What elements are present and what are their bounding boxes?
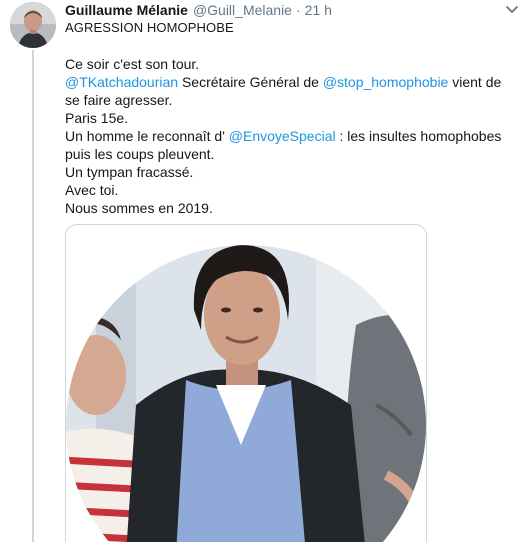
text-line-7: Nous sommes en 2019. — [65, 200, 213, 216]
tweet-subtitle: AGRESSION HOMOPHOBE — [65, 20, 234, 35]
text-line-4: Un homme le reconnaît d' @EnvoyeSpecial … — [65, 127, 515, 163]
avatar-image — [10, 2, 56, 48]
avatar[interactable] — [10, 2, 56, 48]
text-line-5: Un tympan fracassé. — [65, 164, 194, 180]
thread-line — [32, 50, 34, 542]
tweet-text: Ce soir c'est son tour. @TKatchadourian … — [65, 55, 515, 217]
tweet-header: Guillaume Mélanie @Guill_Melanie · 21 h — [65, 2, 332, 18]
author-name[interactable]: Guillaume Mélanie — [65, 2, 188, 18]
chevron-down-icon[interactable] — [505, 5, 519, 15]
mention-stop-homophobie[interactable]: @stop_homophobie — [323, 74, 449, 90]
text-fragment: Un homme le reconnaît d' — [65, 128, 229, 144]
photo-image — [66, 225, 426, 542]
text-line-3: Paris 15e. — [65, 110, 129, 126]
timestamp[interactable]: 21 h — [305, 2, 332, 18]
mention-tkatchadourian[interactable]: @TKatchadourian — [65, 74, 178, 90]
text-fragment: Secrétaire Général de — [178, 74, 323, 90]
author-handle[interactable]: @Guill_Melanie — [193, 2, 292, 18]
mention-envoyespecial[interactable]: @EnvoyeSpecial — [229, 128, 336, 144]
text-line-2: @TKatchadourian Secrétaire Général de @s… — [65, 73, 515, 109]
tweet: Guillaume Mélanie @Guill_Melanie · 21 h … — [0, 0, 528, 542]
tweet-media-photo[interactable] — [65, 224, 427, 542]
separator-dot: · — [295, 2, 301, 18]
text-line-6: Avec toi. — [65, 182, 119, 198]
text-line-1: Ce soir c'est son tour. — [65, 56, 200, 72]
